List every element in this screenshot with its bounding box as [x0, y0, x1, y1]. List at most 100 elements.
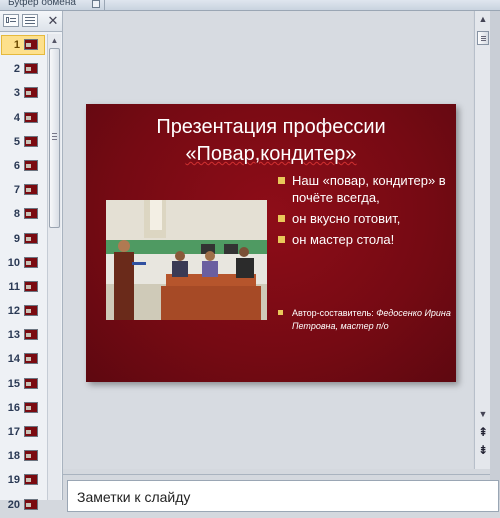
slide-thumbnail-item[interactable]: 19 — [0, 469, 46, 493]
slide-number: 13 — [7, 329, 20, 342]
slide-thumbnail-item[interactable]: 13 — [0, 324, 46, 348]
slide-thumbnail-icon — [24, 232, 38, 244]
slide-thumbnail-icon — [24, 280, 38, 292]
slide-bullet-list[interactable]: Наш «повар, кондитер» в почёте всегда, о… — [278, 172, 453, 252]
slides-panel: ✕ 1 2 3 4 5 6 7 8 9 10 11 12 13 14 15 16 17 18 19 20 ▲ — [0, 11, 63, 511]
author-credit[interactable]: Автор-составитель: Федосенко Ирина Петро… — [278, 307, 453, 333]
bullet-square-icon — [278, 236, 285, 243]
slide-number: 11 — [8, 280, 20, 293]
slide-number: 9 — [13, 232, 20, 245]
slide-thumbnail-icon — [24, 377, 38, 389]
bullet-square-icon — [278, 215, 285, 222]
slide-thumbnail-list: 1 2 3 4 5 6 7 8 9 10 11 12 13 14 15 16 17 18 19 20 — [0, 34, 46, 518]
bullet-item: он вкусно готовит, — [278, 210, 453, 227]
ribbon-separator — [104, 0, 105, 10]
slide-number: 6 — [13, 159, 20, 172]
bullet-text: он вкусно готовит, — [292, 211, 401, 226]
title-line-1: Презентация профессии — [156, 116, 386, 138]
slide-thumbnail-icon — [24, 474, 38, 486]
slide-thumbnail-icon — [24, 305, 38, 317]
classroom-photo-image — [106, 200, 267, 320]
slide-thumbnail-icon — [24, 87, 38, 99]
slides-panel-scrollbar[interactable]: ▲ — [47, 34, 61, 500]
bullet-square-icon — [278, 177, 285, 184]
notes-input[interactable]: Заметки к слайду — [67, 480, 499, 512]
slide-number: 1 — [13, 39, 20, 51]
slide-number: 5 — [13, 135, 20, 148]
slide-thumbnail-item[interactable]: 15 — [0, 373, 46, 397]
slide-title[interactable]: Презентация профессии «Повар,кондитер» — [106, 114, 436, 168]
notes-pane: Заметки к слайду — [63, 474, 499, 512]
slide-number: 19 — [7, 474, 20, 487]
slide-thumbnail-item[interactable]: 3 — [0, 82, 46, 106]
slide-number: 10 — [7, 256, 20, 269]
slide-thumbnail-icon — [24, 401, 38, 413]
slides-scroll-thumb[interactable] — [49, 48, 60, 228]
author-label: Автор-составитель: — [292, 308, 377, 318]
slide-number: 12 — [7, 305, 20, 318]
slide-thumbnail-icon — [24, 135, 38, 147]
slide-thumbnail-item[interactable]: 11 — [0, 276, 46, 300]
slide-thumbnail-item[interactable]: 17 — [0, 421, 46, 445]
slide-thumbnail-item[interactable]: 8 — [0, 203, 46, 227]
editor-scroll-thumb[interactable] — [477, 31, 489, 45]
current-slide[interactable]: Презентация профессии «Повар,кондитер» Н… — [86, 104, 456, 382]
outline-tab[interactable] — [22, 14, 38, 27]
slide-thumbnail-icon — [24, 256, 38, 268]
slide-thumbnail-item[interactable]: 5 — [0, 131, 46, 155]
slide-thumbnail-icon — [24, 159, 38, 171]
slide-number: 4 — [13, 111, 20, 124]
slide-thumbnail-item[interactable]: 20 — [0, 494, 46, 518]
slide-thumbnail-item[interactable]: 10 — [0, 252, 46, 276]
slide-editor-area: Презентация профессии «Повар,кондитер» Н… — [63, 11, 473, 469]
previous-slide-button[interactable]: ⇞ — [476, 425, 490, 441]
slide-thumbnail-icon — [24, 111, 38, 123]
slide-number: 2 — [13, 63, 20, 76]
editor-vertical-scrollbar[interactable]: ▲ ▼ ⇞ ⇟ — [474, 11, 491, 469]
slide-thumbnail-item[interactable]: 18 — [0, 445, 46, 469]
bullet-square-icon — [278, 310, 283, 315]
title-line-2: «Повар,кондитер» — [185, 143, 357, 165]
slide-thumbnail-icon — [24, 329, 38, 341]
slide-number: 15 — [7, 377, 20, 390]
next-slide-button[interactable]: ⇟ — [476, 443, 490, 459]
slide-number: 17 — [7, 426, 20, 438]
classroom-photo[interactable] — [106, 200, 267, 320]
author-text: Автор-составитель: Федосенко Ирина Петро… — [278, 307, 453, 333]
slide-number: 14 — [7, 353, 20, 366]
slide-thumbnail-icon — [24, 184, 38, 196]
slide-thumbnail-icon — [24, 353, 38, 365]
slide-thumbnail-icon — [24, 498, 38, 510]
slide-thumbnail-item[interactable]: 4 — [0, 107, 46, 131]
slides-panel-header: ✕ — [0, 11, 62, 32]
ribbon-bottom: Буфер обмена — [0, 0, 500, 11]
slide-thumbnail-item[interactable]: 6 — [0, 155, 46, 179]
bullet-item: он мастер стола! — [278, 231, 453, 248]
slide-number: 7 — [13, 184, 20, 197]
slide-number: 16 — [7, 401, 20, 414]
slide-thumbnail-item[interactable]: 16 — [0, 397, 46, 421]
clipboard-dialog-launcher-icon[interactable] — [92, 0, 100, 8]
slide-number: 18 — [7, 450, 20, 463]
slides-tab[interactable] — [3, 14, 19, 27]
slide-thumbnail-icon — [24, 39, 38, 50]
close-icon[interactable]: ✕ — [46, 13, 60, 28]
slide-thumbnail-icon — [24, 450, 38, 462]
scroll-down-arrow-icon[interactable]: ▼ — [477, 408, 489, 420]
bullet-text: Наш «повар, кондитер» в почёте всегда, — [292, 173, 446, 205]
scroll-up-arrow-icon[interactable]: ▲ — [477, 13, 489, 25]
slide-thumbnail-item[interactable]: 1 — [0, 34, 46, 58]
slide-thumbnail-icon — [24, 208, 38, 220]
slide-thumbnail-item[interactable]: 12 — [0, 300, 46, 324]
slide-thumbnail-item[interactable]: 2 — [0, 58, 46, 82]
scroll-up-arrow-icon[interactable]: ▲ — [49, 35, 60, 46]
clipboard-group-label: Буфер обмена — [8, 0, 76, 8]
window-edge — [490, 11, 500, 500]
slide-thumbnail-icon — [24, 63, 38, 75]
bullet-text: он мастер стола! — [292, 232, 395, 247]
slide-thumbnail-item[interactable]: 14 — [0, 348, 46, 372]
slide-thumbnail-item[interactable]: 7 — [0, 179, 46, 203]
slide-thumbnail-item[interactable]: 9 — [0, 228, 46, 252]
slide-thumbnail-icon — [24, 426, 38, 437]
notes-placeholder: Заметки к слайду — [77, 489, 191, 505]
